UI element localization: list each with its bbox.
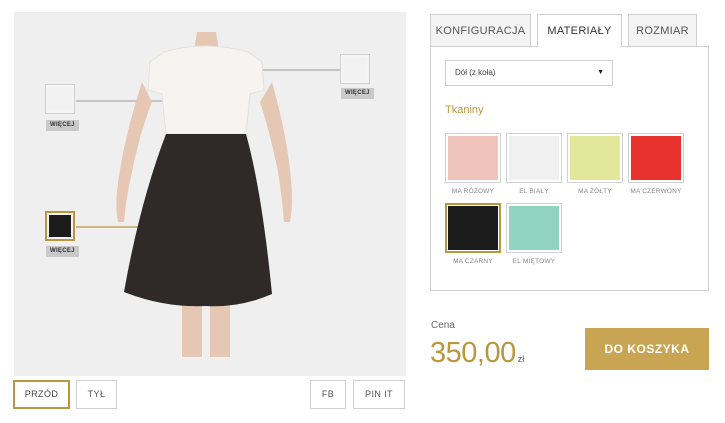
more-button[interactable]: WIĘCEJ (46, 246, 79, 257)
tab-size[interactable]: ROZMIAR (628, 14, 697, 46)
fabric-swatch (448, 136, 498, 180)
back-view-button[interactable]: TYŁ (76, 380, 117, 409)
fabric-thumb (628, 133, 684, 183)
fabric-thumb (506, 133, 562, 183)
chevron-down-icon: ▼ (597, 69, 604, 76)
fabric-thumb (445, 203, 501, 253)
fabric-name: EL MIĘTOWY (512, 258, 556, 265)
top-fabric-callout[interactable] (45, 84, 75, 114)
fabric-option-black[interactable]: MA CZARNY (445, 203, 501, 265)
add-to-cart-button[interactable]: DO KOSZYKA (585, 328, 709, 370)
tab-materials[interactable]: MATERIAŁY (537, 14, 622, 47)
dress-preview: WIĘCEJ WIĘCEJ WIĘCEJ (14, 12, 406, 376)
fabric-name: MA CZERWONY (630, 188, 682, 195)
fabric-option-white[interactable]: EL BIAŁY (506, 133, 562, 195)
callout-swatch (48, 87, 72, 111)
fabrics-heading: Tkaniny (445, 104, 484, 116)
fabric-thumb (567, 133, 623, 183)
fabric-option-mint[interactable]: EL MIĘTOWY (506, 203, 562, 265)
fabric-swatch (448, 206, 498, 250)
more-button[interactable]: WIĘCEJ (341, 88, 374, 99)
fabric-swatch (631, 136, 681, 180)
price-currency: zł (517, 354, 525, 364)
front-view-button[interactable]: PRZÓD (13, 380, 70, 409)
pinterest-share-button[interactable]: PIN IT (353, 380, 405, 409)
fabric-swatch (509, 136, 559, 180)
tab-configuration[interactable]: KONFIGURACJA (430, 14, 531, 46)
sleeve-fabric-callout[interactable] (340, 54, 370, 84)
fabric-option-red[interactable]: MA CZERWONY (628, 133, 684, 195)
fabric-swatch (509, 206, 559, 250)
fabric-thumb (506, 203, 562, 253)
fabric-option-yellow[interactable]: MA ŻÓŁTY (567, 133, 623, 195)
price-label: Cena (431, 320, 455, 331)
price-value: 350,00 (430, 337, 516, 369)
materials-panel: Dół (z koła) ▼ Tkaniny MA RÓŻOWY EL BIAŁ… (430, 46, 709, 291)
facebook-share-button[interactable]: FB (310, 380, 346, 409)
dress-skirt (124, 134, 272, 307)
fabric-swatch (570, 136, 620, 180)
callout-swatch (343, 57, 367, 81)
fabric-thumb (445, 133, 501, 183)
dress-top (147, 45, 265, 135)
part-select[interactable]: Dół (z koła) ▼ (445, 60, 613, 86)
right-arm (260, 82, 292, 222)
part-select-value: Dół (z koła) (455, 68, 496, 77)
more-button[interactable]: WIĘCEJ (46, 120, 79, 131)
price: 350,00 zł (430, 337, 524, 370)
skirt-fabric-callout[interactable] (45, 211, 75, 241)
fabric-option-pink[interactable]: MA RÓŻOWY (445, 133, 501, 195)
callout-swatch (49, 215, 71, 237)
